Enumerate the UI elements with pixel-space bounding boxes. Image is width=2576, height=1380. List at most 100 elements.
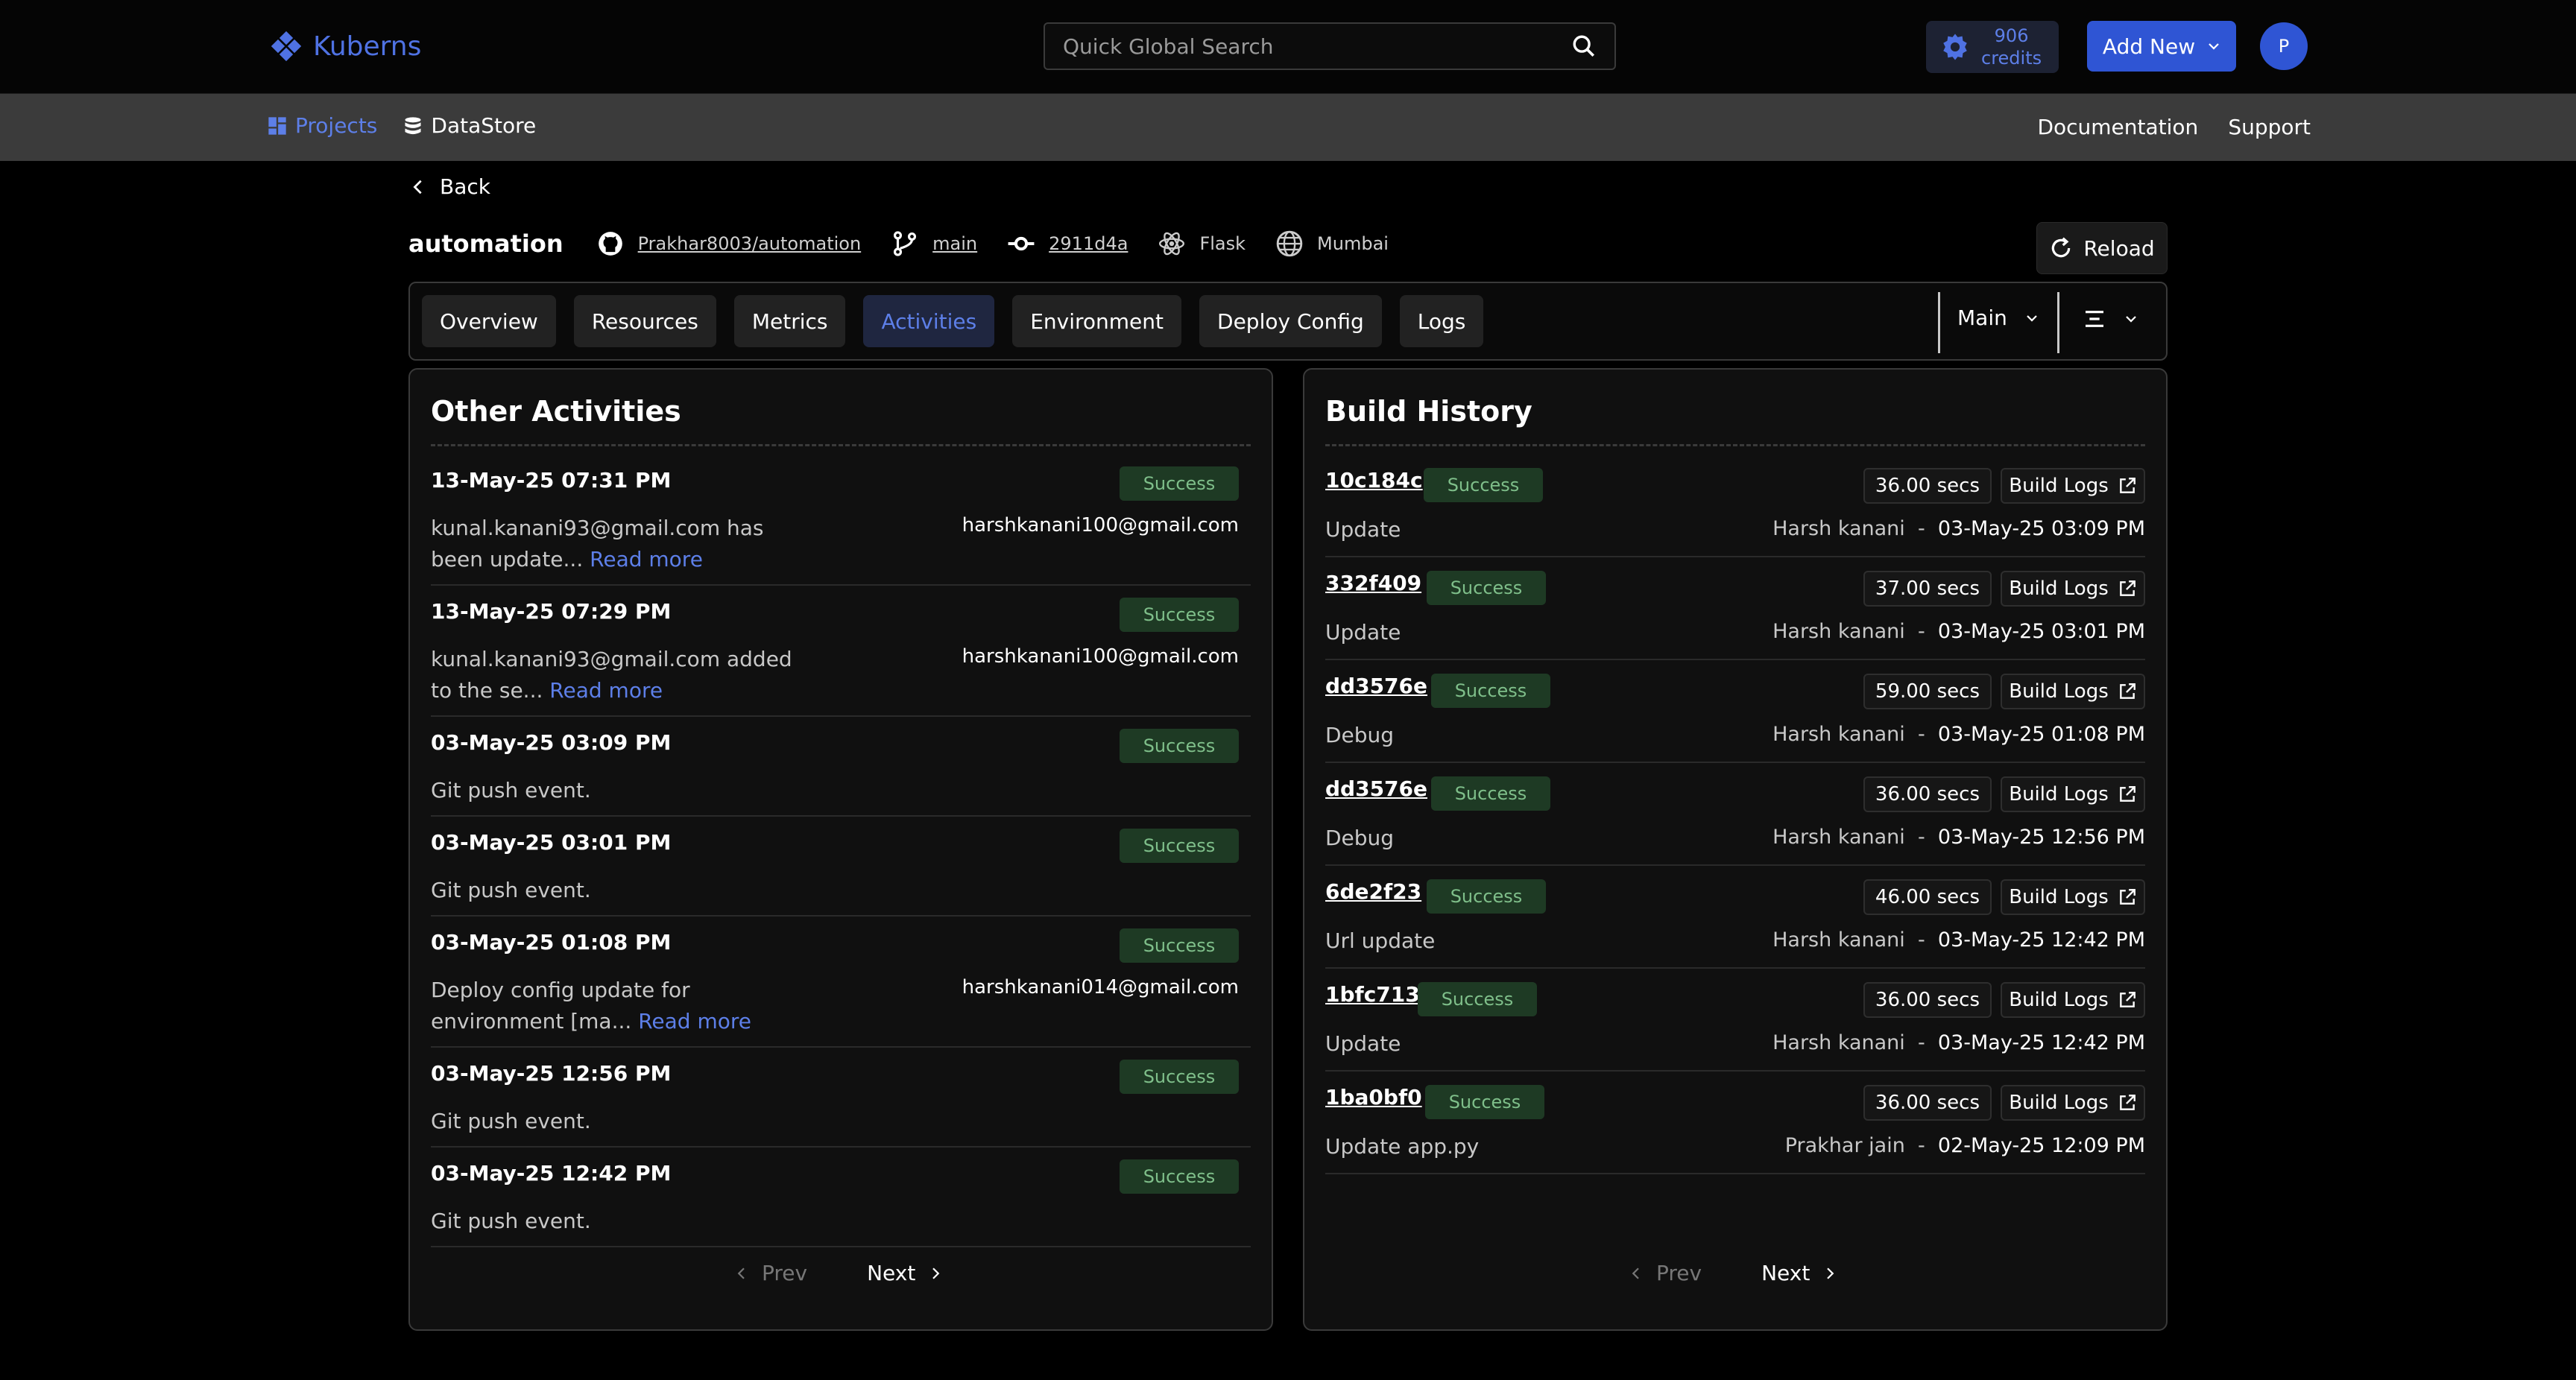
nav-projects-label: Projects — [295, 113, 378, 138]
build-logs-button[interactable]: Build Logs — [2001, 982, 2145, 1018]
nav-support[interactable]: Support — [2228, 115, 2311, 139]
status-badge: Success — [1424, 468, 1543, 502]
build-logs-button[interactable]: Build Logs — [2001, 1085, 2145, 1121]
kuberns-logo-icon — [271, 31, 302, 62]
grid-icon — [268, 116, 286, 135]
meta-separator: - — [1904, 826, 1938, 849]
git-branch-icon — [894, 231, 917, 256]
tab-environment[interactable]: Environment — [1012, 295, 1182, 347]
build-commit-link[interactable]: dd3576e — [1325, 674, 1427, 698]
build-history-title: Build History — [1325, 395, 1532, 428]
credits-amount: 906 — [1994, 25, 2029, 46]
build-message: Debug — [1325, 826, 1395, 850]
read-more-link[interactable]: Read more — [590, 547, 703, 572]
build-message: Update — [1325, 620, 1401, 645]
tab-logs[interactable]: Logs — [1399, 295, 1484, 347]
activities-pagination: Prev Next — [735, 1261, 942, 1285]
activity-row: 13-May-25 07:29 PM Success kunal.kanani93@… — [431, 586, 1251, 717]
read-more-link[interactable]: Read more — [549, 678, 663, 703]
build-logs-button[interactable]: Build Logs — [2001, 674, 2145, 709]
chevron-down-icon — [2126, 316, 2136, 323]
project-branch[interactable]: main — [891, 230, 977, 258]
external-link-icon — [2119, 580, 2135, 596]
status-badge: Success — [1427, 879, 1546, 914]
database-icon — [405, 116, 421, 134]
build-logs-button[interactable]: Build Logs — [2001, 468, 2145, 504]
title-divider — [431, 444, 1251, 446]
build-author: Harsh kanani — [1772, 620, 1905, 643]
build-duration: 36.00 secs — [1863, 468, 1992, 504]
nav-projects[interactable]: Projects — [267, 113, 377, 138]
reload-button[interactable]: Reload — [2036, 222, 2168, 274]
build-logs-button[interactable]: Build Logs — [2001, 879, 2145, 915]
tab-resources[interactable]: Resources — [573, 295, 716, 347]
build-commit-link[interactable]: 1ba0bf0 — [1325, 1085, 1422, 1110]
search-icon[interactable] — [1571, 34, 1597, 59]
activities-prev-button[interactable]: Prev — [735, 1261, 807, 1285]
prev-label: Prev — [762, 1261, 808, 1285]
read-more-link[interactable]: Read more — [638, 1009, 751, 1034]
activity-description: kunal.kanani93@gmail.com has been update… — [431, 513, 818, 575]
branch-link[interactable]: main — [932, 233, 977, 254]
build-commit-link[interactable]: 10c184c — [1325, 468, 1423, 493]
more-menu-button[interactable] — [2083, 307, 2138, 331]
top-bar: Kuberns Quick Global Search 906 credits … — [0, 0, 2576, 94]
builds-next-button[interactable]: Next — [1761, 1261, 1837, 1285]
tab-deploy-config[interactable]: Deploy Config — [1199, 295, 1382, 347]
activity-date: 03-May-25 03:09 PM — [431, 730, 672, 755]
build-commit-link[interactable]: 6de2f23 — [1325, 879, 1421, 904]
credits-badge[interactable]: 906 credits — [1926, 21, 2059, 73]
tab-bar-divider — [2057, 292, 2059, 353]
tab-bar-divider — [1938, 292, 1940, 353]
build-logs-button[interactable]: Build Logs — [2001, 776, 2145, 812]
builds-prev-button[interactable]: Prev — [1629, 1261, 1702, 1285]
reload-label: Reload — [2083, 235, 2155, 261]
search-input[interactable]: Quick Global Search — [1063, 34, 1571, 59]
nav-datastore[interactable]: DataStore — [402, 113, 536, 138]
add-new-button[interactable]: Add New — [2087, 21, 2236, 72]
nav-datastore-label: DataStore — [431, 113, 537, 138]
build-logs-label: Build Logs — [2009, 1092, 2109, 1114]
build-author: Harsh kanani — [1772, 1031, 1905, 1054]
activities-next-button[interactable]: Next — [867, 1261, 942, 1285]
tab-overview[interactable]: Overview — [422, 295, 556, 347]
framework-label: Flask — [1199, 233, 1246, 254]
credits-label: credits — [1981, 48, 2042, 69]
activities-title: Other Activities — [431, 395, 681, 428]
build-row: 1ba0bf0 Success 36.00 secs Build Logs Update… — [1325, 1072, 2145, 1174]
build-duration: 36.00 secs — [1863, 1085, 1992, 1121]
build-message: Url update — [1325, 928, 1436, 953]
gear-icon — [1943, 34, 1967, 60]
activity-row: 03-May-25 12:56 PM Success Git push event. — [431, 1048, 1251, 1148]
tab-metrics[interactable]: Metrics — [733, 295, 846, 347]
status-badge: Success — [1427, 571, 1546, 605]
build-logs-button[interactable]: Build Logs — [2001, 571, 2145, 607]
global-search[interactable]: Quick Global Search — [1044, 22, 1616, 70]
meta-separator: - — [1904, 928, 1938, 952]
tab-activities[interactable]: Activities — [863, 295, 995, 347]
status-badge: Success — [1120, 598, 1239, 632]
build-time: 03-May-25 12:42 PM — [1937, 928, 2145, 952]
commit-link[interactable]: 2911d4a — [1049, 233, 1128, 254]
build-logs-label: Build Logs — [2009, 680, 2109, 703]
build-commit-link[interactable]: dd3576e — [1325, 776, 1427, 801]
activity-description-text: Git push event. — [431, 1109, 591, 1133]
build-row: dd3576e Success 59.00 secs Build Logs Debug H… — [1325, 660, 2145, 763]
environment-select[interactable]: Main — [1957, 306, 2039, 330]
menu-lines-icon — [2086, 311, 2103, 327]
build-duration: 59.00 secs — [1863, 674, 1992, 709]
external-link-icon — [2119, 683, 2135, 699]
back-label: Back — [440, 174, 490, 199]
chevron-right-icon — [1827, 1267, 1834, 1279]
nav-documentation[interactable]: Documentation — [2037, 115, 2198, 139]
build-commit-link[interactable]: 1bfc713 — [1325, 982, 1420, 1007]
activity-description: Git push event. — [431, 1206, 818, 1237]
build-commit-link[interactable]: 332f409 — [1325, 571, 1421, 595]
project-repo[interactable]: Prakhar8003/automation — [596, 230, 862, 258]
chevron-left-icon — [737, 1267, 745, 1279]
project-commit[interactable]: 2911d4a — [1007, 230, 1128, 258]
avatar[interactable]: P — [2260, 22, 2308, 70]
app-logo[interactable]: Kuberns — [270, 30, 421, 63]
back-button[interactable]: Back — [410, 174, 490, 199]
repo-link[interactable]: Prakhar8003/automation — [638, 233, 862, 254]
